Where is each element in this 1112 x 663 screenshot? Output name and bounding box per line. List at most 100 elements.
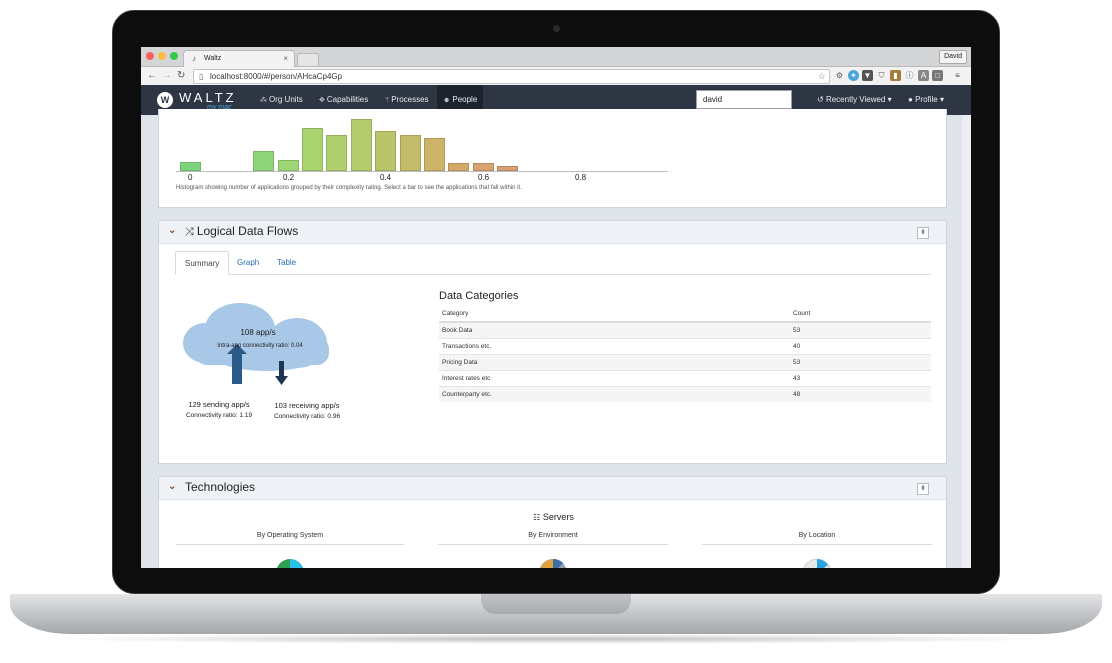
- browser-tab[interactable]: ♪ Waltz ×: [183, 50, 295, 67]
- tick-label: 0.6: [478, 173, 490, 182]
- sending-count: 129 sending app/s: [188, 400, 250, 409]
- category-cell: Interest rates etc: [439, 370, 790, 387]
- waltz-logo-icon[interactable]: W: [157, 92, 173, 108]
- panel-title-text: Logical Data Flows: [196, 224, 299, 238]
- users-icon: ☻: [443, 97, 451, 104]
- search-input[interactable]: david: [696, 90, 792, 109]
- pin-icon[interactable]: ⇟: [917, 483, 929, 495]
- settings-gear-icon[interactable]: ⚙: [834, 70, 845, 81]
- collapse-chevron-icon[interactable]: ⌄: [168, 225, 176, 236]
- app-logo[interactable]: WALTZ: [179, 90, 237, 105]
- histogram-bar[interactable]: [350, 119, 372, 171]
- collapse-chevron-icon[interactable]: ⌄: [168, 481, 176, 492]
- waltz-favicon-icon: ♪: [192, 54, 196, 63]
- table-row[interactable]: Book Data 53: [439, 321, 931, 339]
- forward-icon[interactable]: →: [162, 70, 172, 81]
- browser-tabstrip: ♪ Waltz × David: [141, 47, 971, 67]
- table-row[interactable]: Interest rates etc 43: [439, 370, 931, 387]
- table-row[interactable]: Pricing Data 53: [439, 354, 931, 371]
- divider: [176, 544, 404, 545]
- panel-title: Technologies: [185, 480, 256, 494]
- page-icon: ▯: [199, 72, 204, 81]
- code-fork-icon: ᛘ: [385, 97, 390, 104]
- translate-icon[interactable]: A: [918, 70, 929, 81]
- nav-label: Processes: [391, 95, 429, 104]
- pocket-icon[interactable]: ▼: [862, 70, 873, 81]
- extension-bird-icon[interactable]: ✦: [848, 70, 859, 81]
- receiving-count: 103 receiving app/s: [274, 401, 340, 410]
- count-cell: 40: [790, 338, 931, 355]
- histogram-bar[interactable]: [253, 151, 275, 171]
- sending-arrow: [232, 349, 242, 384]
- histogram-bar[interactable]: [277, 160, 299, 171]
- histogram-bar[interactable]: [302, 128, 323, 171]
- recently-viewed-label: Recently Viewed: [825, 95, 886, 104]
- reload-icon[interactable]: ↻: [177, 70, 185, 81]
- server-icon: ☷: [533, 513, 541, 522]
- tab-graph[interactable]: Graph: [228, 251, 268, 274]
- column-category[interactable]: Category: [439, 306, 790, 323]
- count-cell: 48: [790, 386, 931, 402]
- user-profile-button[interactable]: David: [939, 50, 967, 64]
- sending-ratio: Connectivity ratio: 1.19: [185, 412, 253, 419]
- histogram-bar[interactable]: [326, 135, 348, 171]
- close-tab-icon[interactable]: ×: [283, 54, 288, 63]
- pin-icon[interactable]: ⇟: [917, 227, 929, 239]
- histogram-bar[interactable]: [180, 162, 201, 171]
- cloud-subtitle: Intra-app connectivity ratio: 0.04: [217, 343, 303, 349]
- menu-icon[interactable]: ≡: [952, 70, 963, 81]
- category-cell: Pricing Data: [439, 354, 790, 371]
- table-header-row: Category Count: [439, 306, 931, 323]
- close-window-button[interactable]: [146, 52, 154, 60]
- data-categories-table: Category Count Book Data 53 Transactions …: [439, 306, 931, 402]
- cloud-shape: [183, 303, 329, 371]
- divider: [702, 544, 932, 545]
- browser-toolbar: ← → ↻ ▯ localhost:8000/#/person/AHcaCp4G…: [141, 67, 971, 86]
- complexity-panel: 0 0.2 0.4 0.6 0.8 Histogram showing numb…: [158, 109, 947, 208]
- flows-tabs: Summary Graph Table: [175, 251, 931, 275]
- nav-label: Org Units: [269, 95, 303, 104]
- maximize-window-button[interactable]: [170, 52, 178, 60]
- column-count[interactable]: Count: [790, 306, 931, 323]
- table-row[interactable]: Transactions etc. 40: [439, 338, 931, 355]
- url-text: localhost:8000/#/person/AHcaCp4Gp: [210, 72, 343, 81]
- servers-label: Servers: [542, 512, 574, 522]
- count-cell: 53: [790, 354, 931, 371]
- category-cell: Book Data: [439, 321, 790, 339]
- scrollbar[interactable]: [962, 115, 971, 568]
- histogram-bar[interactable]: [375, 131, 397, 171]
- histogram-bar[interactable]: [448, 163, 470, 171]
- histogram-bar[interactable]: [399, 135, 421, 171]
- minimize-window-button[interactable]: [158, 52, 166, 60]
- panel-header[interactable]: ⌄ Technologies ⇟: [159, 477, 946, 500]
- os-pie-chart: [276, 559, 304, 568]
- info-icon[interactable]: ⓘ: [904, 70, 915, 81]
- shield-icon[interactable]: ⛉: [876, 70, 887, 81]
- histogram-bar[interactable]: [424, 138, 445, 171]
- panel-header[interactable]: ⌄ ⤨ Logical Data Flows ⇟: [159, 221, 946, 244]
- divider: [438, 544, 668, 545]
- bookmark-star-icon[interactable]: ☆: [818, 70, 826, 83]
- count-cell: 43: [790, 370, 931, 387]
- cloud-title: 108 app/s: [240, 328, 276, 337]
- ext-square-icon[interactable]: □: [932, 70, 943, 81]
- caret-down-icon: ▾: [887, 95, 892, 104]
- tick-label: 0: [188, 173, 193, 182]
- tab-table[interactable]: Table: [268, 251, 305, 274]
- back-icon[interactable]: ←: [147, 70, 157, 81]
- tick-label: 0.4: [380, 173, 392, 182]
- address-bar[interactable]: ▯ localhost:8000/#/person/AHcaCp4Gp ☆: [193, 69, 830, 84]
- table-row[interactable]: Counterparty etc. 48: [439, 386, 931, 402]
- location-pie-chart: [803, 558, 831, 568]
- histogram-bar[interactable]: [472, 163, 494, 171]
- tab-summary[interactable]: Summary: [175, 251, 230, 275]
- sitemap-icon: ⁂: [260, 97, 267, 104]
- tick-label: 0.2: [283, 173, 295, 182]
- new-tab-button[interactable]: [297, 53, 319, 67]
- bookmark-ext-icon[interactable]: ▮: [890, 70, 901, 81]
- by-environment-title: By Environment: [528, 532, 578, 539]
- by-os-title: By Operating System: [256, 532, 324, 539]
- puzzle-icon: ✥: [319, 97, 325, 104]
- category-cell: Counterparty etc.: [439, 386, 790, 402]
- user-icon: ●: [908, 95, 913, 104]
